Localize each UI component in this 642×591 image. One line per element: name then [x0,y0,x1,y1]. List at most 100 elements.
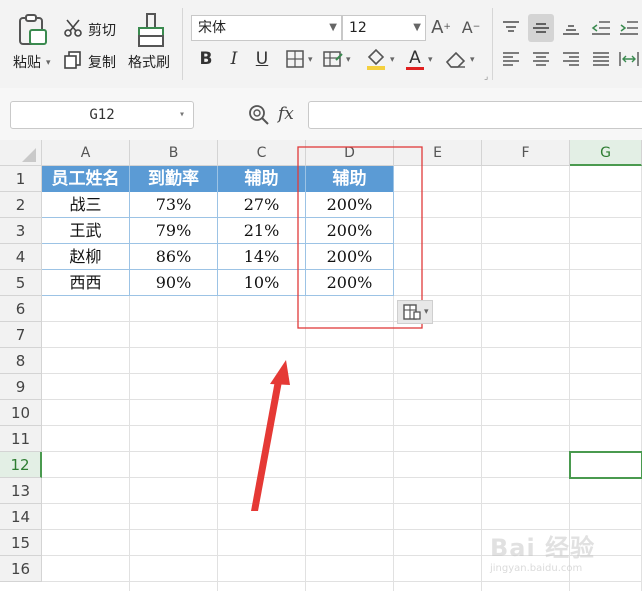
increase-indent-icon[interactable] [618,16,640,40]
table-cell[interactable]: 10% [218,270,306,296]
paste-options-icon [403,304,421,320]
align-left-icon[interactable] [500,48,522,70]
paste-dropdown-icon[interactable]: ▾ [46,58,51,68]
column-header-g[interactable]: G [570,140,642,166]
row-header-3[interactable]: 3 [0,218,42,244]
cell-style-icon[interactable] [322,48,344,70]
column-header-b[interactable]: B [130,140,218,166]
align-bottom-icon[interactable] [560,16,582,40]
table-cell[interactable]: 西西 [42,270,130,296]
column-header-d[interactable]: D [306,140,394,166]
column-header-a[interactable]: A [42,140,130,166]
row-header-2[interactable]: 2 [0,192,42,218]
row-header-7[interactable]: 7 [0,322,42,348]
align-middle-icon[interactable] [528,14,554,42]
row-header-6[interactable]: 6 [0,296,42,322]
font-size-select[interactable]: 12 ▼ [342,15,426,41]
chevron-down-icon: ▾ [424,307,429,317]
increase-font-icon[interactable]: A + [430,14,452,40]
table-cell[interactable]: 14% [218,244,306,270]
insert-function-button[interactable]: fx [278,104,294,124]
table-cell[interactable]: 王武 [42,218,130,244]
row-header-12[interactable]: 12 [0,452,42,478]
italic-button[interactable]: I [224,48,244,70]
column-header-e[interactable]: E [394,140,482,166]
table-cell[interactable]: 赵柳 [42,244,130,270]
font-color-glyph: A [409,47,421,68]
font-color-icon[interactable]: A [404,46,426,72]
chevron-down-icon[interactable]: ▾ [428,55,433,65]
column-header-c[interactable]: C [218,140,306,166]
copy-button[interactable]: 复制 [88,52,116,72]
chevron-down-icon[interactable]: ▾ [470,55,475,65]
row-header-9[interactable]: 9 [0,374,42,400]
table-cell[interactable]: 86% [130,244,218,270]
ribbon-divider [492,8,493,80]
table-cell[interactable]: 79% [130,218,218,244]
table-cell[interactable]: 21% [218,218,306,244]
row-header-8[interactable]: 8 [0,348,42,374]
table-cell[interactable]: 200% [306,270,394,296]
chevron-down-icon[interactable]: ▾ [308,55,313,65]
table-header-cell[interactable]: 员工姓名 [42,166,130,192]
gridline [42,529,642,530]
row-header-1[interactable]: 1 [0,166,42,192]
decrease-font-icon[interactable]: A − [460,14,482,40]
name-box-value: G12 [89,107,115,123]
table-cell[interactable]: 90% [130,270,218,296]
row-header-15[interactable]: 15 [0,530,42,556]
cut-button[interactable]: 剪切 [88,20,116,40]
format-painter-icon[interactable] [134,12,168,48]
selected-cell[interactable] [569,451,642,479]
align-top-icon[interactable] [500,16,522,40]
scissors-icon [63,18,83,38]
underline-button[interactable]: U [252,48,272,70]
table-cell[interactable]: 200% [306,244,394,270]
justify-icon[interactable] [590,48,612,70]
font-name-value: 宋体 [198,20,226,36]
chevron-down-icon: ▼ [413,22,421,33]
row-header-4[interactable]: 4 [0,244,42,270]
row-header-11[interactable]: 11 [0,426,42,452]
table-header-cell[interactable]: 到勤率 [130,166,218,192]
chevron-down-icon[interactable]: ▾ [390,55,395,65]
row-header-5[interactable]: 5 [0,270,42,296]
font-group-launcher-icon[interactable]: ⌟ [484,72,488,82]
formula-input[interactable] [308,101,642,129]
distributed-align-icon[interactable] [618,48,640,70]
table-cell[interactable]: 200% [306,192,394,218]
table-header-cell[interactable]: 辅助 [306,166,394,192]
column-header-f[interactable]: F [482,140,570,166]
table-cell[interactable]: 27% [218,192,306,218]
name-box[interactable]: G12 ▾ [10,101,194,129]
row-header-13[interactable]: 13 [0,478,42,504]
table-header-cell[interactable]: 辅助 [218,166,306,192]
borders-icon[interactable] [284,48,306,70]
decrease-indent-icon[interactable] [590,16,612,40]
gridline [42,425,642,426]
gridline [42,399,642,400]
align-center-icon[interactable] [530,48,552,70]
paste-icon[interactable] [14,12,50,48]
font-size-value: 12 [349,20,367,36]
row-header-10[interactable]: 10 [0,400,42,426]
table-cell[interactable]: 战三 [42,192,130,218]
paste-options-button[interactable]: ▾ [397,300,433,324]
fill-color-icon[interactable] [364,46,388,72]
row-header-14[interactable]: 14 [0,504,42,530]
chevron-down-icon[interactable]: ▾ [179,102,185,128]
select-all-corner[interactable] [0,140,42,166]
format-painter-button[interactable]: 格式刷 [128,52,170,72]
spreadsheet-grid: A B C D E F G 1 2 3 4 5 6 7 8 9 10 11 12 13 14 15 16 员工姓名 到勤率 辅助辅… [0,140,642,591]
align-right-icon[interactable] [560,48,582,70]
font-name-select[interactable]: 宋体 ▼ [191,15,342,41]
row-header-16[interactable]: 16 [0,556,42,582]
table-cell[interactable]: 200% [306,218,394,244]
eraser-icon[interactable] [444,48,468,70]
table-cell[interactable]: 73% [130,192,218,218]
chevron-down-icon[interactable]: ▾ [346,55,351,65]
paste-button[interactable]: 粘贴 [13,52,41,72]
bold-button[interactable]: B [196,48,216,70]
gridline [42,451,642,452]
zoom-lookup-icon[interactable] [248,104,270,126]
